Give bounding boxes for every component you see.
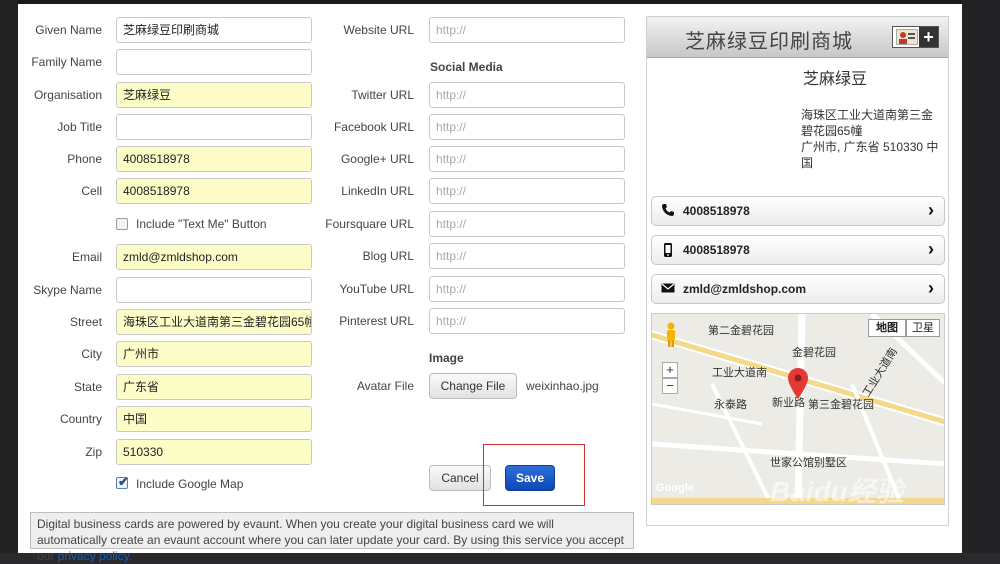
card-phone-text: 4008518978 [683, 204, 750, 218]
phone-icon [661, 203, 677, 219]
privacy-policy-link[interactable]: privacy policy [58, 549, 129, 563]
given-name-label: Given Name [35, 23, 102, 37]
given-name-input[interactable]: 芝麻绿豆印刷商城 [116, 17, 312, 43]
card-address-line1: 海珠区工业大道南第三金碧花园65幢 [801, 108, 934, 138]
chevron-right-icon: › [928, 200, 934, 220]
map-label: 第二金碧花园 [708, 325, 774, 337]
email-input[interactable]: zmld@zmldshop.com [116, 244, 312, 270]
family-name-label: Family Name [31, 55, 102, 69]
blog-urlinput[interactable]: http:// [429, 243, 625, 269]
phone-input[interactable]: 4008518978 [116, 146, 312, 172]
job-title-input[interactable] [116, 114, 312, 140]
avatar-file-label: Avatar File [356, 379, 414, 393]
blog-urllabel: Blog URL [362, 249, 414, 263]
twitter-urllabel: Twitter URL [351, 88, 414, 102]
map-label: Google [656, 482, 694, 494]
business-card-preview: 芝麻绿豆印刷商城 + 芝麻绿豆 海珠区工业大道南第三金碧花园65幢 广州市, 广… [646, 16, 949, 526]
google-urlinput[interactable]: http:// [429, 146, 625, 172]
google-map-label: Include Google Map [136, 477, 244, 491]
cell-input[interactable]: 4008518978 [116, 178, 312, 204]
map-label: 永泰路 [714, 399, 747, 411]
mobile-phone-icon [661, 242, 677, 258]
country-label: Country [59, 412, 102, 426]
cancel-button[interactable]: Cancel [429, 465, 491, 491]
plus-icon: + [919, 27, 938, 47]
zoom-in-button[interactable]: + [662, 362, 678, 378]
map-label: 金碧花园 [792, 347, 836, 359]
map-tab-map[interactable]: 地图 [868, 319, 906, 337]
social-media-heading: Social Media [430, 60, 503, 74]
checkmark-icon: ✔ [118, 474, 129, 489]
left-backdrop [0, 0, 18, 553]
pegman-icon[interactable] [664, 322, 678, 348]
country-input[interactable]: 中国 [116, 406, 312, 432]
state-label: State [73, 380, 102, 394]
text-me-checkbox[interactable] [116, 218, 128, 230]
cell-label: Cell [81, 184, 102, 198]
baidu-watermark: Baidu经验 [770, 476, 904, 507]
city-input[interactable]: 广州市 [116, 341, 312, 367]
linkedin-urlinput[interactable]: http:// [429, 178, 625, 204]
skype-name-input[interactable] [116, 277, 312, 303]
website-url-input[interactable]: http:// [429, 17, 625, 43]
facebook-urllabel: Facebook URL [333, 120, 414, 134]
phone-label: Phone [67, 152, 102, 166]
card-cell-text: 4008518978 [683, 243, 750, 257]
card-address: 海珠区工业大道南第三金碧花园65幢 广州市, 广东省 510330 中国 [801, 107, 943, 171]
facebook-urlinput[interactable]: http:// [429, 114, 625, 140]
state-input[interactable]: 广东省 [116, 374, 312, 400]
organisation-label: Organisation [33, 88, 102, 102]
map-tab-satellite[interactable]: 卫星 [906, 319, 940, 337]
google-urllabel: Google+ URL [340, 152, 414, 166]
google-map-checkbox[interactable]: ✔ [116, 474, 129, 489]
family-name-input[interactable] [116, 49, 312, 75]
add-contact-icon[interactable]: + [892, 26, 939, 48]
person-icon [896, 29, 918, 45]
card-header: 芝麻绿豆印刷商城 + [647, 17, 948, 58]
zip-input[interactable]: 510330 [116, 439, 312, 465]
text-me-label: Include "Text Me" Button [136, 217, 267, 231]
card-email-row[interactable]: zmld@zmldshop.com › [651, 274, 945, 304]
pinterest-urllabel: Pinterest URL [339, 314, 414, 328]
foursquare-urllabel: Foursquare URL [325, 217, 414, 231]
email-label: Email [71, 250, 102, 264]
card-phone-row[interactable]: 4008518978 › [651, 196, 945, 226]
youtube-urllabel: YouTube URL [339, 282, 415, 296]
street-label: Street [69, 315, 102, 329]
card-title: 芝麻绿豆印刷商城 [685, 31, 853, 53]
map-label: 工业大道南 [712, 367, 767, 379]
zip-label: Zip [85, 445, 102, 459]
evaunt-notice: Digital business cards are powered by ev… [30, 512, 634, 563]
pinterest-urlinput[interactable]: http:// [429, 308, 625, 334]
notice-end: . [128, 549, 133, 563]
linkedin-urllabel: LinkedIn URL [341, 184, 414, 198]
map-label: 世家公馆别墅区 [770, 457, 847, 469]
organisation-input[interactable]: 芝麻绿豆 [116, 82, 312, 108]
card-address-line2: 广州市, 广东省 510330 中国 [801, 140, 939, 170]
right-backdrop [962, 0, 1000, 553]
street-input[interactable]: 海珠区工业大道南第三金碧花园65幢 [116, 309, 312, 335]
skype-name-label: Skype Name [33, 283, 102, 297]
baidu-watermark-url: jingyan.baidu.com [770, 508, 891, 525]
card-email-text: zmld@zmldshop.com [683, 282, 807, 296]
city-label: City [81, 347, 102, 361]
job-title-label: Job Title [57, 120, 102, 134]
map-marker-icon[interactable] [788, 368, 808, 400]
image-heading: Image [429, 351, 464, 365]
envelope-icon [661, 281, 677, 297]
chevron-right-icon: › [928, 239, 934, 259]
twitter-urlinput[interactable]: http:// [429, 82, 625, 108]
zoom-out-button[interactable]: − [662, 378, 678, 394]
foursquare-urlinput[interactable]: http:// [429, 211, 625, 237]
card-cell-row[interactable]: 4008518978 › [651, 235, 945, 265]
change-file-button[interactable]: Change File [429, 373, 517, 399]
card-name: 芝麻绿豆 [803, 71, 868, 88]
highlight-box [483, 444, 585, 506]
website-url-label: Website URL [343, 23, 414, 37]
avatar-file-name: weixinhao.jpg [526, 379, 599, 393]
chevron-right-icon: › [928, 278, 934, 298]
map-label: 第三金碧花园 [808, 399, 874, 411]
youtube-urlinput[interactable]: http:// [429, 276, 625, 302]
